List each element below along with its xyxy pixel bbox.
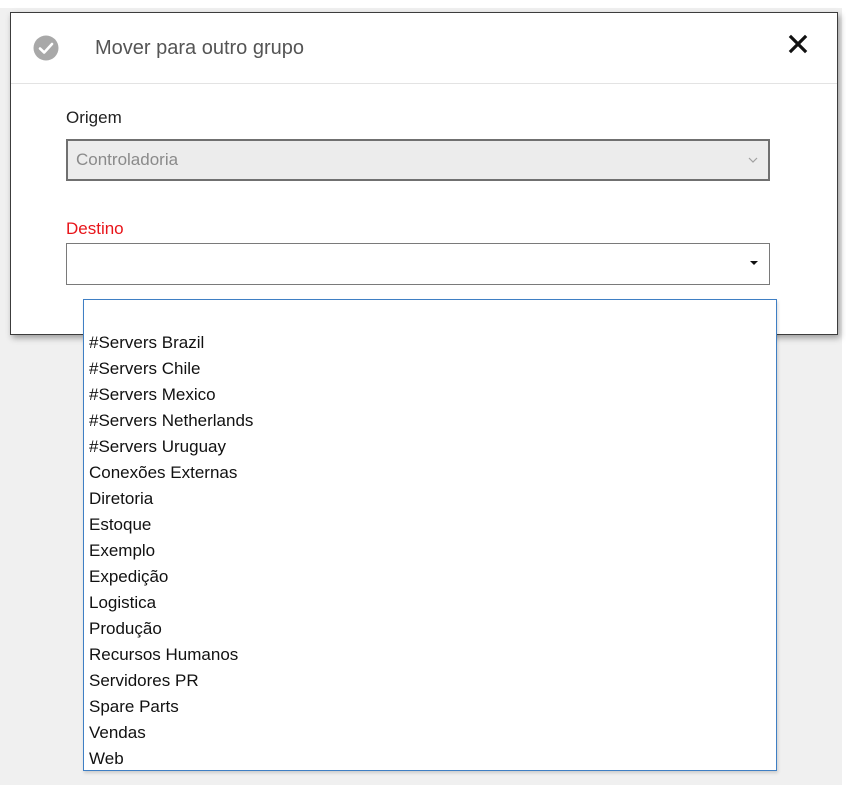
dropdown-arrow-icon[interactable] [739,244,769,284]
dropdown-option[interactable]: #Servers Uruguay [84,434,776,460]
check-circle-icon [33,35,59,61]
origem-combobox: Controladoria [66,139,770,181]
dropdown-option[interactable]: Estoque [84,512,776,538]
dropdown-option[interactable]: Vendas [84,720,776,746]
dropdown-option[interactable]: Produção [84,616,776,642]
dropdown-option[interactable]: Conexões Externas [84,460,776,486]
dropdown-option[interactable]: Servidores PR [84,668,776,694]
dropdown-option[interactable]: Logistica [84,590,776,616]
dropdown-option[interactable]: Diretoria [84,486,776,512]
chevron-down-icon [738,141,768,179]
dropdown-option[interactable]: Expedição [84,564,776,590]
origem-value: Controladoria [76,150,179,169]
top-strip [0,0,846,8]
destino-combobox[interactable] [66,243,770,285]
close-icon[interactable] [787,33,809,55]
dialog-titlebar: Mover para outro grupo [11,13,837,84]
destino-label: Destino [66,219,124,238]
dropdown-option[interactable]: Exemplo [84,538,776,564]
origem-label: Origem [66,108,122,127]
dropdown-option[interactable]: #Servers Mexico [84,382,776,408]
dropdown-option[interactable]: Web [84,746,776,772]
dropdown-option[interactable]: #Servers Brazil [84,330,776,356]
dropdown-option[interactable]: Spare Parts [84,694,776,720]
dialog-title: Mover para outro grupo [95,37,305,59]
destino-dropdown-list[interactable]: #Servers Brazil #Servers Chile #Servers Me… [83,299,777,771]
dropdown-option[interactable]: Recursos Humanos [84,642,776,668]
dropdown-option[interactable]: #Servers Chile [84,356,776,382]
dropdown-option[interactable]: #Servers Netherlands [84,408,776,434]
